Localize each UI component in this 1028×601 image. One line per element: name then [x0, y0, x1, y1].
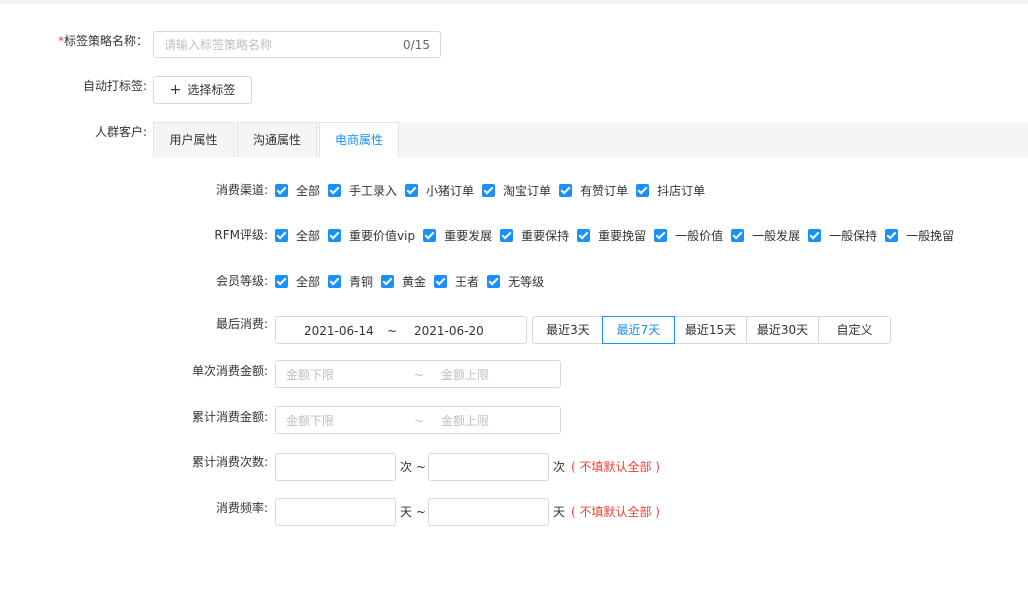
strategy-name-counter: 0/15 [403, 38, 430, 52]
amount-separator: ~ [414, 414, 425, 428]
frequency-unit-separator: 天 ~ [400, 505, 426, 519]
select-tag-button[interactable]: + 选择标签 [153, 76, 252, 104]
checkbox-checked-icon[interactable] [275, 228, 288, 242]
checkbox-checked-icon[interactable] [577, 228, 591, 242]
checkbox-label[interactable]: 无等级 [508, 273, 544, 290]
date-separator: ~ [387, 324, 398, 338]
plus-icon: + [169, 82, 182, 98]
checkbox-checked-icon[interactable] [328, 183, 342, 197]
tab-communication-attributes[interactable]: 沟通属性 [237, 122, 317, 157]
strategy-name-placeholder: 请输入标签策略名称 [164, 38, 273, 52]
checkbox-checked-icon[interactable] [636, 183, 650, 197]
total-count-max-input[interactable] [428, 453, 549, 481]
total-amount-min-input[interactable]: 金额下限 [286, 413, 334, 429]
frequency-label: 消费频率: [215, 501, 268, 515]
checkbox-label[interactable]: 重要价值vip [349, 227, 415, 244]
strategy-name-label: *标签策略名称： [57, 34, 148, 48]
total-count-unit: 次 [553, 460, 566, 474]
total-amount-max-input[interactable]: 金额上限 [441, 413, 489, 429]
end-date[interactable]: 2021-06-20 [414, 323, 484, 339]
checkbox-label[interactable]: 重要发展 [444, 227, 492, 244]
tab-user-attributes[interactable]: 用户属性 [153, 122, 234, 157]
checkbox-label[interactable]: 一般发展 [752, 227, 800, 244]
channel-checkbox-group: 全部 手工录入 小猪订单 淘宝订单 有赞订单 抖店订单 [275, 182, 713, 198]
checkbox-checked-icon[interactable] [731, 228, 745, 242]
frequency-min-input[interactable] [275, 498, 396, 526]
total-count-label: 累计消费次数: [191, 455, 268, 469]
checkbox-checked-icon[interactable] [275, 274, 288, 288]
checkbox-checked-icon[interactable] [423, 228, 437, 242]
auto-tag-label: 自动打标签: [82, 79, 147, 93]
checkbox-label[interactable]: 王者 [455, 273, 479, 290]
last-consume-label: 最后消费: [215, 317, 268, 331]
checkbox-label[interactable]: 一般挽留 [906, 227, 954, 244]
single-amount-max-input[interactable]: 金额上限 [441, 367, 489, 383]
checkbox-checked-icon[interactable] [275, 183, 288, 197]
checkbox-label[interactable]: 淘宝订单 [503, 182, 551, 199]
range-last-15-days[interactable]: 最近15天 [674, 316, 747, 344]
total-count-unit-separator: 次 ~ [400, 460, 426, 474]
amount-separator: ~ [414, 368, 425, 382]
checkbox-checked-icon[interactable] [328, 274, 342, 288]
channel-label: 消费渠道: [215, 183, 268, 197]
checkbox-checked-icon[interactable] [328, 228, 342, 242]
checkbox-label[interactable]: 小猪订单 [426, 182, 474, 199]
single-amount-label: 单次消费金额: [191, 364, 268, 378]
checkbox-label[interactable]: 全部 [296, 227, 320, 244]
checkbox-label[interactable]: 重要保持 [521, 227, 569, 244]
member-level-checkbox-group: 全部 青铜 黄金 王者 无等级 [275, 273, 552, 289]
checkbox-label[interactable]: 一般价值 [675, 227, 723, 244]
single-amount-min-input[interactable]: 金额下限 [286, 367, 334, 383]
frequency-hint: ( 不填默认全部 ) [571, 505, 660, 519]
total-amount-label: 累计消费金额: [191, 410, 268, 424]
strategy-name-input[interactable]: 请输入标签策略名称 0/15 [153, 31, 441, 58]
checkbox-label[interactable]: 手工录入 [349, 182, 397, 199]
total-count-min-input[interactable] [275, 453, 396, 481]
date-range-picker[interactable]: 2021-06-14 ~ 2021-06-20 [275, 316, 527, 344]
checkbox-checked-icon[interactable] [482, 183, 496, 197]
tab-ecommerce-attributes[interactable]: 电商属性 [319, 122, 399, 158]
checkbox-label[interactable]: 全部 [296, 273, 320, 290]
range-last-3-days[interactable]: 最近3天 [532, 316, 604, 344]
crowd-label: 人群客户: [94, 125, 147, 139]
checkbox-label[interactable]: 全部 [296, 182, 320, 199]
checkbox-checked-icon[interactable] [487, 274, 501, 288]
checkbox-checked-icon[interactable] [654, 228, 668, 242]
single-amount-range: 金额下限 ~ 金额上限 [275, 360, 561, 388]
checkbox-label[interactable]: 抖店订单 [657, 182, 705, 199]
rfm-checkbox-group: 全部 重要价值vip 重要发展 重要保持 重要挽留 一般价值 一般发展 一般保持… [275, 227, 962, 243]
checkbox-label[interactable]: 一般保持 [829, 227, 877, 244]
total-count-hint: ( 不填默认全部 ) [571, 460, 660, 474]
checkbox-checked-icon[interactable] [405, 183, 419, 197]
frequency-max-input[interactable] [428, 498, 549, 526]
range-last-7-days[interactable]: 最近7天 [602, 316, 675, 344]
start-date[interactable]: 2021-06-14 [304, 323, 374, 339]
checkbox-checked-icon[interactable] [885, 228, 899, 242]
checkbox-checked-icon[interactable] [808, 228, 822, 242]
rfm-label: RFM评级: [214, 228, 268, 242]
checkbox-label[interactable]: 黄金 [402, 273, 426, 290]
checkbox-checked-icon[interactable] [381, 274, 395, 288]
top-bar [0, 0, 1028, 4]
checkbox-checked-icon[interactable] [559, 183, 573, 197]
frequency-unit: 天 [553, 505, 566, 519]
checkbox-checked-icon[interactable] [500, 228, 514, 242]
member-level-label: 会员等级: [215, 274, 268, 288]
range-custom[interactable]: 自定义 [818, 316, 891, 344]
range-last-30-days[interactable]: 最近30天 [746, 316, 819, 344]
checkbox-label[interactable]: 有赞订单 [580, 182, 628, 199]
checkbox-label[interactable]: 重要挽留 [598, 227, 646, 244]
total-amount-range: 金额下限 ~ 金额上限 [275, 406, 561, 434]
checkbox-checked-icon[interactable] [434, 274, 448, 288]
checkbox-label[interactable]: 青铜 [349, 273, 373, 290]
